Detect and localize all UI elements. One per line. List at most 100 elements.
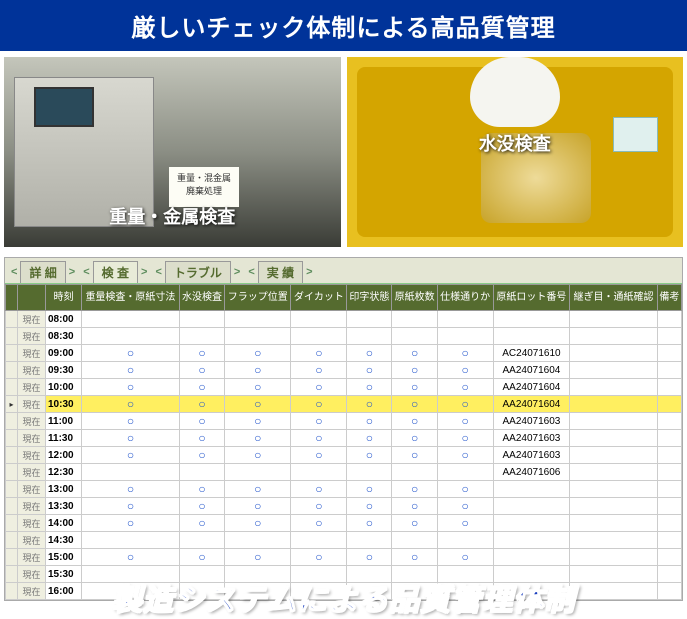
check-cell[interactable]: ○	[82, 430, 180, 447]
check-cell[interactable]: ○	[225, 481, 291, 498]
check-cell[interactable]: ○	[82, 498, 180, 515]
check-cell[interactable]	[82, 328, 180, 345]
check-cell[interactable]	[179, 311, 224, 328]
check-cell[interactable]: ○	[392, 430, 437, 447]
row-selector[interactable]: ▸	[6, 396, 18, 413]
row-selector[interactable]	[6, 464, 18, 481]
tab-3[interactable]: 実 績	[258, 261, 303, 283]
tab-prev-0[interactable]: <	[8, 265, 20, 279]
joint-cell[interactable]	[570, 413, 657, 430]
lot-cell[interactable]	[493, 311, 570, 328]
row-selector[interactable]	[6, 481, 18, 498]
lot-cell[interactable]: AA24071606	[493, 464, 570, 481]
check-cell[interactable]: ○	[179, 345, 224, 362]
check-cell[interactable]: ○	[225, 379, 291, 396]
joint-cell[interactable]	[570, 328, 657, 345]
remarks-cell[interactable]	[657, 396, 681, 413]
lot-cell[interactable]	[493, 549, 570, 566]
lot-cell[interactable]	[493, 328, 570, 345]
check-cell[interactable]: ○	[291, 430, 347, 447]
table-row[interactable]: 現在12:30AA24071606	[6, 464, 682, 481]
table-row[interactable]: ▸現在10:30○○○○○○○AA24071604	[6, 396, 682, 413]
check-cell[interactable]	[437, 328, 493, 345]
check-cell[interactable]: ○	[82, 413, 180, 430]
check-cell[interactable]: ○	[392, 498, 437, 515]
check-cell[interactable]: ○	[437, 549, 493, 566]
check-cell[interactable]	[347, 464, 392, 481]
check-cell[interactable]: ○	[82, 396, 180, 413]
remarks-cell[interactable]	[657, 328, 681, 345]
check-cell[interactable]: ○	[347, 515, 392, 532]
remarks-cell[interactable]	[657, 532, 681, 549]
remarks-cell[interactable]	[657, 311, 681, 328]
tab-0[interactable]: 詳 細	[20, 261, 65, 283]
check-cell[interactable]: ○	[291, 379, 347, 396]
check-cell[interactable]: ○	[225, 447, 291, 464]
check-cell[interactable]: ○	[82, 447, 180, 464]
remarks-cell[interactable]	[657, 515, 681, 532]
remarks-cell[interactable]	[657, 362, 681, 379]
check-cell[interactable]	[437, 532, 493, 549]
remarks-cell[interactable]	[657, 549, 681, 566]
check-cell[interactable]	[179, 464, 224, 481]
table-row[interactable]: 現在14:00○○○○○○○	[6, 515, 682, 532]
remarks-cell[interactable]	[657, 413, 681, 430]
check-cell[interactable]	[347, 328, 392, 345]
check-cell[interactable]: ○	[179, 447, 224, 464]
check-cell[interactable]: ○	[347, 498, 392, 515]
check-cell[interactable]: ○	[82, 515, 180, 532]
check-cell[interactable]: ○	[179, 362, 224, 379]
check-cell[interactable]	[225, 532, 291, 549]
check-cell[interactable]	[82, 532, 180, 549]
row-selector[interactable]	[6, 345, 18, 362]
row-selector[interactable]	[6, 515, 18, 532]
joint-cell[interactable]	[570, 311, 657, 328]
check-cell[interactable]: ○	[347, 362, 392, 379]
lot-cell[interactable]	[493, 498, 570, 515]
check-cell[interactable]	[437, 311, 493, 328]
row-selector[interactable]	[6, 498, 18, 515]
tab-1[interactable]: 検 査	[93, 261, 138, 283]
check-cell[interactable]: ○	[291, 396, 347, 413]
table-row[interactable]: 現在15:00○○○○○○○	[6, 549, 682, 566]
row-selector[interactable]	[6, 413, 18, 430]
lot-cell[interactable]: AA24071603	[493, 413, 570, 430]
table-row[interactable]: 現在08:30	[6, 328, 682, 345]
check-cell[interactable]	[225, 464, 291, 481]
check-cell[interactable]: ○	[392, 447, 437, 464]
lot-cell[interactable]: AA24071604	[493, 396, 570, 413]
check-cell[interactable]: ○	[291, 447, 347, 464]
remarks-cell[interactable]	[657, 464, 681, 481]
check-cell[interactable]: ○	[392, 413, 437, 430]
check-cell[interactable]: ○	[225, 345, 291, 362]
lot-cell[interactable]	[493, 515, 570, 532]
check-cell[interactable]: ○	[82, 379, 180, 396]
lot-cell[interactable]: AA24071603	[493, 447, 570, 464]
tab-prev-2[interactable]: <	[152, 265, 164, 279]
check-cell[interactable]: ○	[392, 379, 437, 396]
check-cell[interactable]: ○	[347, 549, 392, 566]
remarks-cell[interactable]	[657, 345, 681, 362]
check-cell[interactable]: ○	[392, 396, 437, 413]
table-row[interactable]: 現在10:00○○○○○○○AA24071604	[6, 379, 682, 396]
check-cell[interactable]: ○	[347, 447, 392, 464]
check-cell[interactable]: ○	[179, 481, 224, 498]
check-cell[interactable]: ○	[437, 430, 493, 447]
check-cell[interactable]: ○	[392, 515, 437, 532]
check-cell[interactable]: ○	[347, 413, 392, 430]
check-cell[interactable]: ○	[291, 481, 347, 498]
check-cell[interactable]: ○	[392, 481, 437, 498]
check-cell[interactable]	[392, 328, 437, 345]
check-cell[interactable]: ○	[437, 413, 493, 430]
check-cell[interactable]	[291, 464, 347, 481]
tab-prev-3[interactable]: <	[245, 265, 257, 279]
check-cell[interactable]	[82, 464, 180, 481]
lot-cell[interactable]: AA24071604	[493, 379, 570, 396]
check-cell[interactable]: ○	[82, 345, 180, 362]
check-cell[interactable]	[291, 311, 347, 328]
remarks-cell[interactable]	[657, 379, 681, 396]
lot-cell[interactable]: AA24071604	[493, 362, 570, 379]
check-cell[interactable]: ○	[291, 413, 347, 430]
check-cell[interactable]: ○	[179, 515, 224, 532]
check-cell[interactable]	[347, 311, 392, 328]
